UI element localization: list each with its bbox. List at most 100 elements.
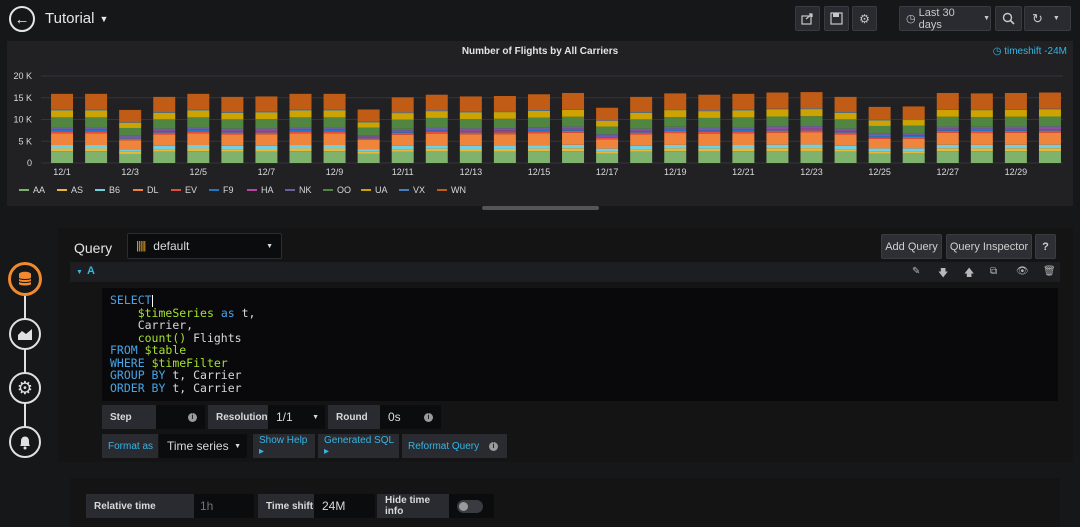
bar-segment-ev[interactable] [902,136,925,139]
bar-segment-aa[interactable] [732,151,755,163]
bar-segment-vx[interactable] [357,121,380,123]
legend-item-aa[interactable]: AA [33,185,45,195]
bar-segment-as[interactable] [459,149,482,152]
bar-segment-ha[interactable] [698,129,721,131]
bar-segment-dl[interactable] [459,134,482,146]
bar-segment-b6[interactable] [51,145,74,149]
bar-segment-b6[interactable] [766,144,789,149]
duplicate-icon[interactable]: ⧉ [990,266,997,277]
bar-segment-wn[interactable] [493,96,516,112]
bar-segment-oo[interactable] [527,117,550,128]
bar-segment-ha[interactable] [630,130,653,132]
bar-segment-as[interactable] [698,148,721,152]
bar-segment-vx[interactable] [630,112,653,113]
legend-item-as[interactable]: AS [71,185,83,195]
bar-segment-aa[interactable] [51,151,74,163]
bar-segment-f9[interactable] [596,136,619,138]
bar-segment-ha[interactable] [493,130,516,131]
bar-segment-vx[interactable] [391,112,414,114]
bar-segment-vx[interactable] [51,109,74,111]
bar-segment-oo[interactable] [85,117,108,128]
bar-segment-vx[interactable] [323,109,346,111]
bar-segment-wn[interactable] [289,93,312,110]
bar-segment-as[interactable] [834,149,857,152]
bar-segment-wn[interactable] [221,96,244,113]
legend-item-oo[interactable]: OO [337,185,351,195]
bar-segment-aa[interactable] [527,151,550,163]
bar-segment-dl[interactable] [970,133,993,145]
bar-segment-ev[interactable] [936,130,959,133]
bar-segment-as[interactable] [970,148,993,152]
bar-segment-ua[interactable] [664,110,687,118]
bar-segment-aa[interactable] [119,153,142,163]
info-icon[interactable]: i [188,413,197,422]
bar-segment-vx[interactable] [119,122,142,123]
bar-segment-nk[interactable] [664,126,687,129]
bar-segment-aa[interactable] [221,151,244,163]
reformat-query-button[interactable]: Reformat Query i [402,434,507,458]
bar-segment-wn[interactable] [391,97,414,113]
bar-segment-ua[interactable] [732,110,755,118]
bar-segment-oo[interactable] [630,119,653,129]
bar-segment-nk[interactable] [527,127,550,130]
bar-segment-aa[interactable] [255,151,278,163]
bar-segment-ha[interactable] [85,129,108,130]
bar-segment-ev[interactable] [630,132,653,135]
bar-segment-as[interactable] [1038,148,1061,152]
bar-segment-f9[interactable] [698,130,721,132]
bar-segment-wn[interactable] [834,96,857,113]
dashboard-title[interactable]: Tutorial ▼ [45,10,108,27]
bar-segment-ua[interactable] [766,109,789,117]
bar-segment-as[interactable] [596,151,619,154]
format-as-select[interactable]: Time series ▼ [159,434,247,458]
bar-segment-nk[interactable] [630,128,653,131]
bar-segment-f9[interactable] [221,131,244,133]
bar-segment-vx[interactable] [1004,109,1027,110]
bar-segment-f9[interactable] [119,137,142,139]
gear-icon[interactable]: ⚙ [852,6,877,31]
bar-segment-ev[interactable] [596,137,619,140]
bar-segment-ua[interactable] [902,120,925,126]
zoom-out-icon[interactable] [995,6,1022,31]
bar-segment-ev[interactable] [698,131,721,134]
bar-segment-f9[interactable] [255,131,278,133]
bar-segment-aa[interactable] [425,151,448,163]
bar-segment-ua[interactable] [562,109,585,117]
bar-segment-aa[interactable] [902,153,925,163]
bar-segment-ua[interactable] [596,121,619,127]
resolution-select[interactable]: 1/1 ▼ [268,405,325,429]
bar-segment-wn[interactable] [1038,92,1061,109]
bar-segment-ha[interactable] [323,129,346,130]
bar-segment-ev[interactable] [664,130,687,134]
bar-segment-dl[interactable] [357,139,380,150]
bar-segment-vx[interactable] [664,109,687,111]
bar-segment-aa[interactable] [459,151,482,163]
bar-segment-ua[interactable] [630,112,653,120]
bar-segment-nk[interactable] [698,127,721,130]
bar-segment-oo[interactable] [970,117,993,127]
bar-segment-ev[interactable] [527,131,550,134]
bar-segment-f9[interactable] [664,129,687,131]
bar-segment-oo[interactable] [732,117,755,128]
bar-segment-oo[interactable] [357,127,380,136]
bar-segment-as[interactable] [493,148,516,152]
bar-segment-aa[interactable] [800,150,823,163]
time-range-picker[interactable]: ◷ Last 30 days ▼ [899,6,991,31]
bar-segment-as[interactable] [664,148,687,152]
bar-segment-f9[interactable] [425,130,448,132]
bar-segment-f9[interactable] [630,131,653,133]
bar-segment-wn[interactable] [85,93,108,110]
bar-segment-ua[interactable] [527,110,550,118]
bar-segment-ev[interactable] [391,132,414,135]
bar-segment-ua[interactable] [936,109,959,117]
general-settings-tab[interactable]: ⚙ [9,372,41,404]
bar-segment-ha[interactable] [119,136,142,138]
bar-segment-oo[interactable] [323,117,346,128]
bar-segment-oo[interactable] [391,119,414,129]
bar-segment-nk[interactable] [425,127,448,130]
bar-segment-b6[interactable] [630,145,653,150]
bar-segment-aa[interactable] [596,153,619,163]
bar-segment-ev[interactable] [357,138,380,140]
bar-segment-ha[interactable] [221,130,244,132]
bar-segment-aa[interactable] [698,151,721,163]
